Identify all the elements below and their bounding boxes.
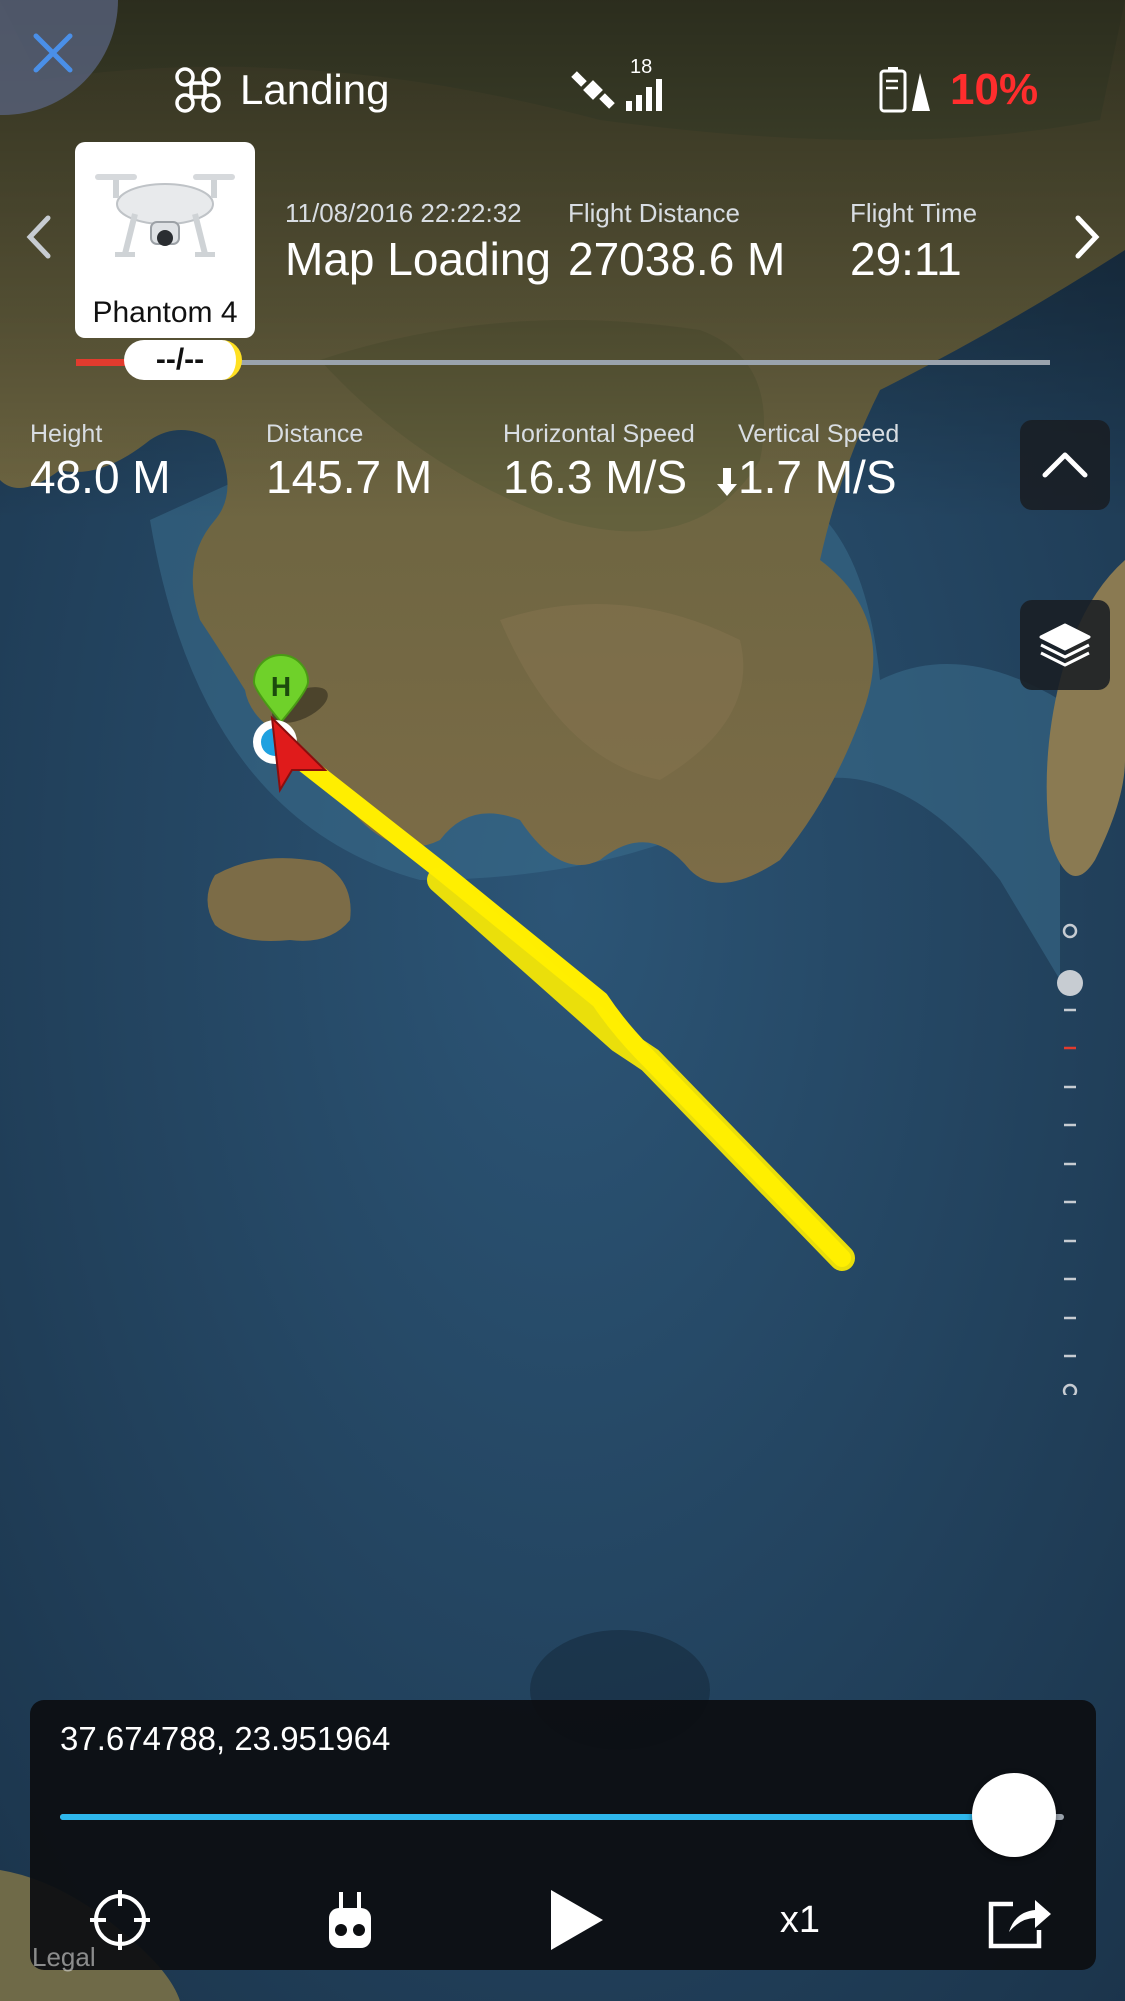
distance-label: Distance bbox=[266, 420, 364, 448]
flight-location: Map Loading bbox=[285, 233, 551, 285]
collapse-panel-button[interactable] bbox=[1020, 420, 1110, 510]
battery-icon bbox=[879, 67, 930, 113]
horizontal-speed-value: 16.3 M/S bbox=[503, 451, 688, 503]
record-timeline-marker[interactable]: --/-- bbox=[124, 340, 242, 380]
previous-record-button[interactable] bbox=[22, 212, 54, 267]
aircraft-name: Phantom 4 bbox=[92, 296, 238, 329]
satellite-icon bbox=[571, 71, 615, 109]
playback-slider-fill bbox=[60, 1814, 1014, 1820]
chevron-up-icon bbox=[1042, 452, 1088, 478]
satellite-count: 18 bbox=[630, 56, 653, 78]
playback-panel: 37.674788, 23.951964 x1 bbox=[30, 1700, 1096, 1970]
arrow-down-icon bbox=[717, 468, 737, 496]
layers-icon bbox=[1039, 623, 1091, 667]
height-label: Height bbox=[30, 420, 103, 448]
close-icon bbox=[33, 33, 73, 73]
coordinates-readout: 37.674788, 23.951964 bbox=[60, 1720, 391, 1757]
drone-photo bbox=[95, 174, 235, 257]
home-point-marker: H bbox=[252, 654, 328, 724]
playback-speed-button[interactable]: x1 bbox=[750, 1880, 850, 1960]
flight-time-label: Flight Time bbox=[850, 198, 978, 228]
zoom-scale[interactable] bbox=[1050, 915, 1090, 1395]
home-marker-letter: H bbox=[271, 671, 291, 702]
chevron-right-icon bbox=[1075, 215, 1100, 259]
map-legal-link[interactable]: Legal bbox=[32, 1942, 96, 1973]
crosshair-icon bbox=[90, 1890, 150, 1950]
flight-mode-label: Landing bbox=[240, 66, 390, 113]
playback-slider-track[interactable] bbox=[60, 1814, 1064, 1820]
remote-controller-icon bbox=[329, 1892, 371, 1948]
record-timeline-warning-segment bbox=[76, 359, 128, 366]
gps-indicator: 18 bbox=[570, 56, 670, 120]
flight-distance-value: 27038.6 M bbox=[568, 233, 786, 285]
horizontal-speed-label: Horizontal Speed bbox=[503, 420, 695, 448]
battery-indicator: 10% bbox=[878, 60, 1038, 120]
flight-time-value: 29:11 bbox=[850, 233, 962, 285]
remote-controller-button[interactable] bbox=[300, 1880, 400, 1960]
aircraft-thumbnail[interactable]: Phantom 4 bbox=[75, 142, 255, 338]
play-button[interactable] bbox=[525, 1880, 625, 1960]
flight-distance-label: Flight Distance bbox=[568, 198, 740, 228]
playback-speed-label: x1 bbox=[779, 1898, 821, 1941]
share-icon bbox=[988, 1900, 1051, 1949]
playback-slider-knob[interactable] bbox=[971, 1773, 1056, 1857]
vertical-speed-value: 1.7 M/S bbox=[738, 451, 897, 503]
flight-datetime: 11/08/2016 22:22:32 bbox=[285, 198, 522, 228]
height-value: 48.0 M bbox=[30, 451, 171, 503]
play-icon bbox=[551, 1890, 603, 1950]
drone-icon bbox=[175, 67, 221, 113]
map-layers-button[interactable] bbox=[1020, 600, 1110, 690]
distance-value: 145.7 M bbox=[266, 451, 433, 503]
share-button[interactable] bbox=[970, 1880, 1070, 1960]
battery-percent: 10% bbox=[950, 65, 1039, 114]
chevron-left-icon bbox=[26, 215, 51, 259]
next-record-button[interactable] bbox=[1072, 212, 1104, 267]
flight-mode-indicator: Landing bbox=[172, 60, 389, 120]
vertical-speed-label: Vertical Speed bbox=[738, 420, 900, 448]
